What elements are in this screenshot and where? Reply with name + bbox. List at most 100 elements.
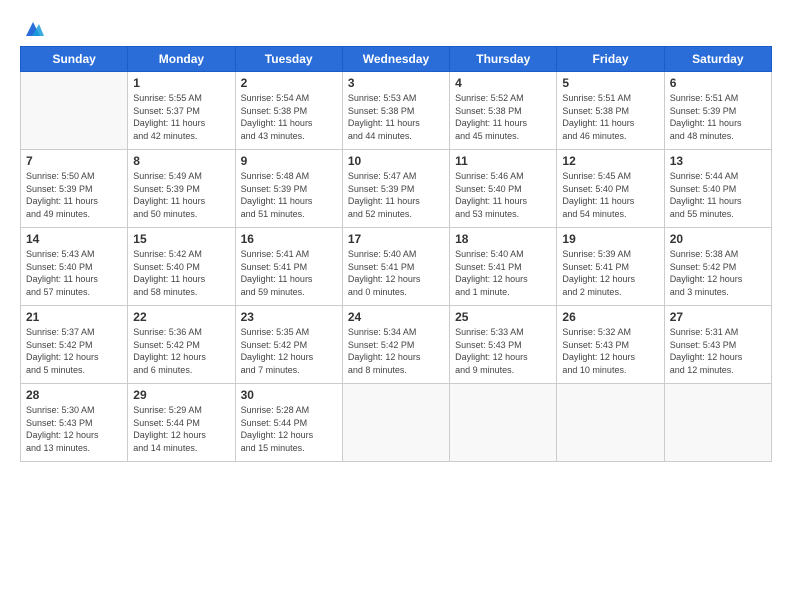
- calendar-cell: 18Sunrise: 5:40 AM Sunset: 5:41 PM Dayli…: [450, 228, 557, 306]
- day-number: 3: [348, 76, 444, 90]
- day-number: 10: [348, 154, 444, 168]
- day-info: Sunrise: 5:34 AM Sunset: 5:42 PM Dayligh…: [348, 326, 444, 376]
- calendar-cell: 23Sunrise: 5:35 AM Sunset: 5:42 PM Dayli…: [235, 306, 342, 384]
- logo-icon: [22, 18, 44, 40]
- calendar-cell: 16 Sunrise: 5:41 AM Sunset: 5:41 PM Dayli…: [235, 228, 342, 306]
- day-info: Sunrise: 5:42 AM Sunset: 5:40 PM Dayligh…: [133, 248, 229, 298]
- calendar-cell: 10 Sunrise: 5:47 AM Sunset: 5:39 PM Dayli…: [342, 150, 449, 228]
- calendar-cell: [664, 384, 771, 462]
- day-info: Sunrise: 5:49 AM Sunset: 5:39 PM Dayligh…: [133, 170, 229, 220]
- calendar-cell: 30 Sunrise: 5:28 AM Sunset: 5:44 PM Dayli…: [235, 384, 342, 462]
- day-number: 20: [670, 232, 766, 246]
- day-info: Sunrise: 5:44 AM Sunset: 5:40 PM Dayligh…: [670, 170, 766, 220]
- day-info: Sunrise: 5:55 AM Sunset: 5:37 PM Dayligh…: [133, 92, 229, 142]
- day-info: Sunrise: 5:30 AM Sunset: 5:43 PM Dayligh…: [26, 404, 122, 454]
- calendar-cell: 6 Sunrise: 5:51 AM Sunset: 5:39 PM Daylig…: [664, 72, 771, 150]
- day-info: Sunrise: 5:51 AM Sunset: 5:38 PM Dayligh…: [562, 92, 658, 142]
- weekday-header-friday: Friday: [557, 47, 664, 72]
- day-number: 21: [26, 310, 122, 324]
- day-info: Sunrise: 5:51 AM Sunset: 5:39 PM Dayligh…: [670, 92, 766, 142]
- weekday-header-sunday: Sunday: [21, 47, 128, 72]
- calendar-cell: 26 Sunrise: 5:32 AM Sunset: 5:43 PM Dayli…: [557, 306, 664, 384]
- day-info: Sunrise: 5:32 AM Sunset: 5:43 PM Dayligh…: [562, 326, 658, 376]
- day-info: Sunrise: 5:38 AM Sunset: 5:42 PM Dayligh…: [670, 248, 766, 298]
- calendar-cell: 24 Sunrise: 5:34 AM Sunset: 5:42 PM Dayli…: [342, 306, 449, 384]
- day-info: Sunrise: 5:40 AM Sunset: 5:41 PM Dayligh…: [455, 248, 551, 298]
- weekday-header-wednesday: Wednesday: [342, 47, 449, 72]
- page: SundayMondayTuesdayWednesdayThursdayFrid…: [0, 0, 792, 612]
- day-number: 12: [562, 154, 658, 168]
- day-info: Sunrise: 5:53 AM Sunset: 5:38 PM Dayligh…: [348, 92, 444, 142]
- day-info: Sunrise: 5:35 AM Sunset: 5:42 PM Dayligh…: [241, 326, 337, 376]
- calendar-cell: 25 Sunrise: 5:33 AM Sunset: 5:43 PM Dayli…: [450, 306, 557, 384]
- calendar-cell: [557, 384, 664, 462]
- day-number: 4: [455, 76, 551, 90]
- day-number: 14: [26, 232, 122, 246]
- logo: [20, 18, 44, 36]
- day-info: Sunrise: 5:46 AM Sunset: 5:40 PM Dayligh…: [455, 170, 551, 220]
- day-number: 6: [670, 76, 766, 90]
- day-number: 25: [455, 310, 551, 324]
- day-info: Sunrise: 5:31 AM Sunset: 5:43 PM Dayligh…: [670, 326, 766, 376]
- day-info: Sunrise: 5:50 AM Sunset: 5:39 PM Dayligh…: [26, 170, 122, 220]
- day-info: Sunrise: 5:41 AM Sunset: 5:41 PM Dayligh…: [241, 248, 337, 298]
- calendar-cell: 17Sunrise: 5:40 AM Sunset: 5:41 PM Dayli…: [342, 228, 449, 306]
- day-info: Sunrise: 5:48 AM Sunset: 5:39 PM Dayligh…: [241, 170, 337, 220]
- day-number: 24: [348, 310, 444, 324]
- calendar-cell: 4 Sunrise: 5:52 AM Sunset: 5:38 PM Daylig…: [450, 72, 557, 150]
- calendar-cell: 22 Sunrise: 5:36 AM Sunset: 5:42 PM Dayli…: [128, 306, 235, 384]
- calendar-cell: 21 Sunrise: 5:37 AM Sunset: 5:42 PM Dayli…: [21, 306, 128, 384]
- day-number: 19: [562, 232, 658, 246]
- day-info: Sunrise: 5:28 AM Sunset: 5:44 PM Dayligh…: [241, 404, 337, 454]
- calendar-cell: 13 Sunrise: 5:44 AM Sunset: 5:40 PM Dayli…: [664, 150, 771, 228]
- day-info: Sunrise: 5:36 AM Sunset: 5:42 PM Dayligh…: [133, 326, 229, 376]
- day-info: Sunrise: 5:45 AM Sunset: 5:40 PM Dayligh…: [562, 170, 658, 220]
- day-info: Sunrise: 5:33 AM Sunset: 5:43 PM Dayligh…: [455, 326, 551, 376]
- day-number: 13: [670, 154, 766, 168]
- calendar-cell: 11 Sunrise: 5:46 AM Sunset: 5:40 PM Dayli…: [450, 150, 557, 228]
- calendar-cell: [450, 384, 557, 462]
- weekday-header-thursday: Thursday: [450, 47, 557, 72]
- day-number: 16: [241, 232, 337, 246]
- day-number: 8: [133, 154, 229, 168]
- calendar-cell: 8 Sunrise: 5:49 AM Sunset: 5:39 PM Daylig…: [128, 150, 235, 228]
- day-info: Sunrise: 5:43 AM Sunset: 5:40 PM Dayligh…: [26, 248, 122, 298]
- day-number: 5: [562, 76, 658, 90]
- day-number: 29: [133, 388, 229, 402]
- calendar-cell: 2 Sunrise: 5:54 AM Sunset: 5:38 PM Daylig…: [235, 72, 342, 150]
- day-number: 15: [133, 232, 229, 246]
- calendar-cell: 1Sunrise: 5:55 AM Sunset: 5:37 PM Daylig…: [128, 72, 235, 150]
- week-row-4: 28 Sunrise: 5:30 AM Sunset: 5:43 PM Dayli…: [21, 384, 772, 462]
- day-info: Sunrise: 5:47 AM Sunset: 5:39 PM Dayligh…: [348, 170, 444, 220]
- weekday-header-tuesday: Tuesday: [235, 47, 342, 72]
- calendar-cell: 3 Sunrise: 5:53 AM Sunset: 5:38 PM Daylig…: [342, 72, 449, 150]
- day-info: Sunrise: 5:40 AM Sunset: 5:41 PM Dayligh…: [348, 248, 444, 298]
- header: [20, 18, 772, 36]
- calendar-cell: 12 Sunrise: 5:45 AM Sunset: 5:40 PM Dayli…: [557, 150, 664, 228]
- calendar-cell: [342, 384, 449, 462]
- day-number: 22: [133, 310, 229, 324]
- calendar-cell: 29 Sunrise: 5:29 AM Sunset: 5:44 PM Dayli…: [128, 384, 235, 462]
- day-number: 30: [241, 388, 337, 402]
- calendar-table: SundayMondayTuesdayWednesdayThursdayFrid…: [20, 46, 772, 462]
- day-info: Sunrise: 5:52 AM Sunset: 5:38 PM Dayligh…: [455, 92, 551, 142]
- day-info: Sunrise: 5:37 AM Sunset: 5:42 PM Dayligh…: [26, 326, 122, 376]
- calendar-cell: 15 Sunrise: 5:42 AM Sunset: 5:40 PM Dayli…: [128, 228, 235, 306]
- calendar-cell: 19Sunrise: 5:39 AM Sunset: 5:41 PM Dayli…: [557, 228, 664, 306]
- weekday-header-monday: Monday: [128, 47, 235, 72]
- calendar-cell: [21, 72, 128, 150]
- day-number: 11: [455, 154, 551, 168]
- day-info: Sunrise: 5:54 AM Sunset: 5:38 PM Dayligh…: [241, 92, 337, 142]
- weekday-header-row: SundayMondayTuesdayWednesdayThursdayFrid…: [21, 47, 772, 72]
- day-number: 7: [26, 154, 122, 168]
- week-row-1: 7 Sunrise: 5:50 AM Sunset: 5:39 PM Daylig…: [21, 150, 772, 228]
- day-number: 2: [241, 76, 337, 90]
- day-number: 28: [26, 388, 122, 402]
- calendar-cell: 5 Sunrise: 5:51 AM Sunset: 5:38 PM Daylig…: [557, 72, 664, 150]
- day-number: 26: [562, 310, 658, 324]
- week-row-3: 21 Sunrise: 5:37 AM Sunset: 5:42 PM Dayli…: [21, 306, 772, 384]
- calendar-cell: 7 Sunrise: 5:50 AM Sunset: 5:39 PM Daylig…: [21, 150, 128, 228]
- day-number: 9: [241, 154, 337, 168]
- day-info: Sunrise: 5:29 AM Sunset: 5:44 PM Dayligh…: [133, 404, 229, 454]
- calendar-cell: 27Sunrise: 5:31 AM Sunset: 5:43 PM Dayli…: [664, 306, 771, 384]
